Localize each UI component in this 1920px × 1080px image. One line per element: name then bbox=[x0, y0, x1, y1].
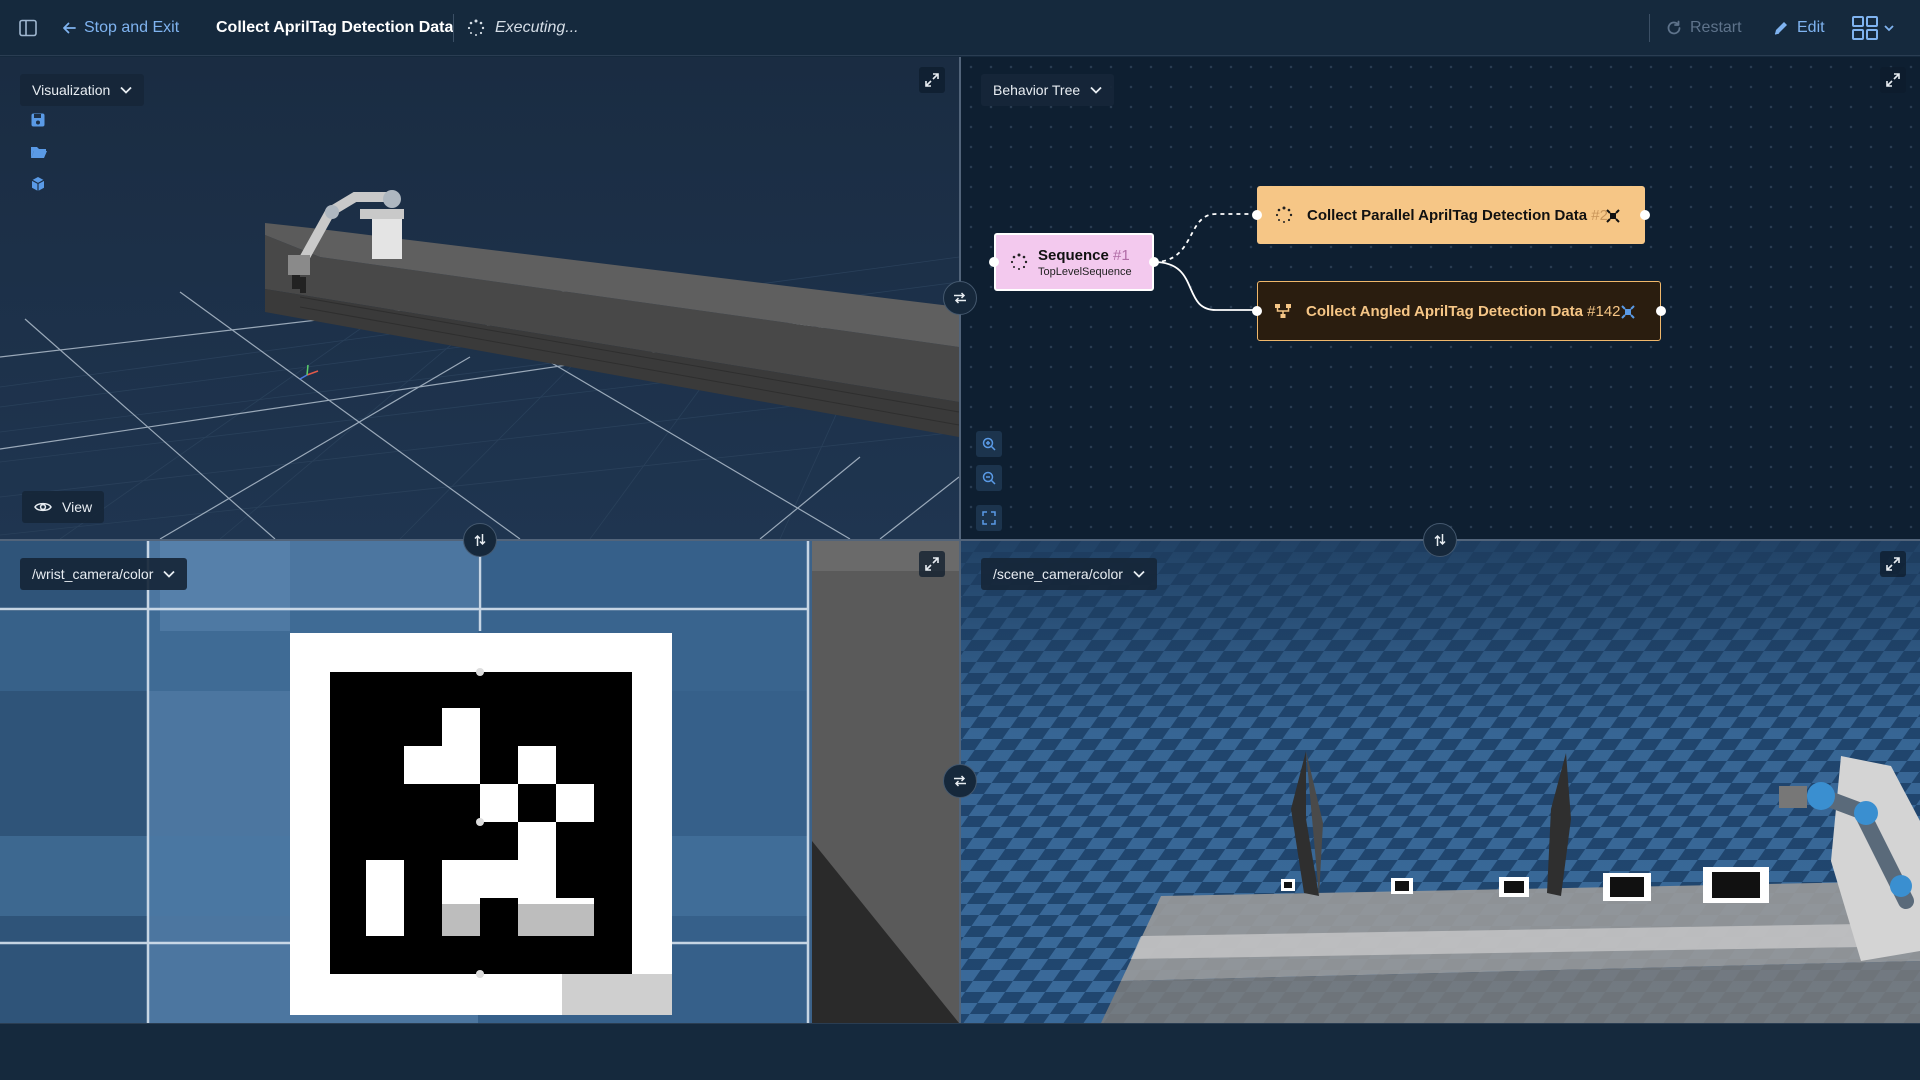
horizontal-splitter[interactable] bbox=[0, 539, 1920, 541]
expand-icon bbox=[1886, 73, 1900, 87]
wrist-camera-pane[interactable]: /wrist_camera/color bbox=[0, 541, 959, 1023]
wrist-camera-topic-select[interactable]: /wrist_camera/color bbox=[20, 558, 188, 590]
swap-panes-horizontal-handle[interactable] bbox=[943, 281, 977, 315]
expand-pane-button[interactable] bbox=[919, 67, 945, 93]
layout-grid-icon bbox=[1852, 16, 1878, 40]
restart-label: Restart bbox=[1690, 19, 1742, 36]
scene-camera-topic-label: /scene_camera/color bbox=[993, 566, 1123, 582]
zoom-out-icon bbox=[982, 471, 996, 485]
subtree-icon bbox=[1274, 303, 1292, 319]
expand-icon bbox=[925, 557, 939, 571]
topbar-divider bbox=[1649, 14, 1650, 42]
bt-output-port[interactable] bbox=[1149, 257, 1159, 267]
bt-node-number: #1 bbox=[1113, 246, 1130, 264]
swap-vertical-icon bbox=[1434, 533, 1446, 547]
run-status-label: Executing... bbox=[495, 19, 579, 36]
behavior-tree-select[interactable]: Behavior Tree bbox=[981, 74, 1115, 106]
cube-icon[interactable] bbox=[30, 176, 48, 194]
chevron-down-icon bbox=[1090, 86, 1102, 94]
bt-node-collect-angled[interactable]: Collect Angled AprilTag Detection Data #… bbox=[1257, 281, 1661, 341]
folder-open-icon[interactable] bbox=[30, 144, 48, 162]
pencil-icon bbox=[1773, 20, 1789, 36]
save-icon[interactable] bbox=[30, 112, 48, 130]
spinner-icon bbox=[1275, 206, 1293, 224]
restart-button[interactable]: Restart bbox=[1666, 0, 1742, 56]
scene-camera-image bbox=[961, 541, 1920, 1023]
visualization-toolbar bbox=[30, 112, 48, 194]
behavior-tree-select-label: Behavior Tree bbox=[993, 82, 1081, 98]
behavior-tree-controls bbox=[976, 431, 1002, 531]
swap-vertical-icon bbox=[474, 533, 486, 547]
3d-scene[interactable] bbox=[0, 57, 959, 539]
swap-horizontal-icon bbox=[953, 775, 967, 787]
wrist-camera-image bbox=[0, 541, 959, 1023]
bt-node-collect-parallel[interactable]: Collect Parallel AprilTag Detection Data… bbox=[1257, 186, 1645, 244]
run-status: Executing... bbox=[467, 0, 579, 56]
stop-and-exit-button[interactable]: Stop and Exit bbox=[62, 0, 179, 56]
visualization-select-label: Visualization bbox=[32, 82, 111, 98]
eye-icon bbox=[34, 501, 52, 513]
bt-node-title: Collect Angled AprilTag Detection Data bbox=[1306, 302, 1583, 320]
objective-title: Collect AprilTag Detection Data bbox=[216, 19, 454, 36]
topbar-divider bbox=[453, 14, 454, 42]
expand-pane-button[interactable] bbox=[1880, 67, 1906, 93]
chevron-down-icon bbox=[163, 570, 176, 578]
edit-button[interactable]: Edit bbox=[1773, 0, 1825, 56]
arrow-left-icon bbox=[62, 21, 76, 35]
sidebar-toggle-icon bbox=[19, 19, 37, 37]
sidebar-toggle-button[interactable] bbox=[16, 0, 40, 56]
zoom-in-icon bbox=[982, 437, 996, 451]
bt-node-title: Sequence bbox=[1038, 246, 1109, 264]
zoom-out-button[interactable] bbox=[976, 465, 1002, 491]
bt-node-text: Sequence #1 TopLevelSequence bbox=[1038, 247, 1132, 278]
visualization-pane[interactable]: Visualization View bbox=[0, 57, 959, 539]
bt-node-number: #142 bbox=[1587, 302, 1621, 320]
edit-label: Edit bbox=[1797, 19, 1825, 36]
swap-panes-horizontal-handle[interactable] bbox=[943, 764, 977, 798]
stop-and-exit-label: Stop and Exit bbox=[84, 19, 180, 36]
swap-horizontal-icon bbox=[953, 292, 967, 304]
scene-camera-pane[interactable]: /scene_camera/color bbox=[961, 541, 1920, 1023]
bt-input-port[interactable] bbox=[1252, 306, 1262, 316]
swap-panes-vertical-handle[interactable] bbox=[463, 523, 497, 557]
bottom-panel bbox=[0, 1023, 1920, 1080]
expand-icon bbox=[925, 73, 939, 87]
top-bar: Stop and Exit Collect AprilTag Detection… bbox=[0, 0, 1920, 56]
bt-node-subtitle: TopLevelSequence bbox=[1038, 265, 1132, 278]
swap-panes-vertical-handle[interactable] bbox=[1423, 523, 1457, 557]
chevron-down-icon bbox=[1133, 570, 1145, 578]
spinner-icon bbox=[1010, 253, 1028, 271]
bt-node-title-row: Sequence #1 bbox=[1038, 247, 1132, 264]
bt-output-port[interactable] bbox=[1656, 306, 1666, 316]
expand-pane-button[interactable] bbox=[919, 551, 945, 577]
behavior-tree-pane[interactable]: Behavior Tree Sequence #1 TopLevelSequen… bbox=[961, 57, 1920, 539]
zoom-in-button[interactable] bbox=[976, 431, 1002, 457]
fit-view-icon bbox=[982, 511, 996, 525]
bt-input-port[interactable] bbox=[1252, 210, 1262, 220]
subtree-expand-icon[interactable] bbox=[1605, 208, 1621, 224]
bt-input-port[interactable] bbox=[989, 257, 999, 267]
refresh-icon bbox=[1666, 20, 1682, 36]
wrist-camera-topic-label: /wrist_camera/color bbox=[32, 566, 154, 582]
bt-node-title-row: Collect Angled AprilTag Detection Data #… bbox=[1306, 303, 1621, 320]
bt-node-title-row: Collect Parallel AprilTag Detection Data… bbox=[1307, 207, 1608, 224]
bt-node-sequence[interactable]: Sequence #1 TopLevelSequence bbox=[994, 233, 1154, 291]
scene-camera-topic-select[interactable]: /scene_camera/color bbox=[981, 558, 1157, 590]
subtree-expand-icon[interactable] bbox=[1620, 304, 1636, 320]
bt-output-port[interactable] bbox=[1640, 210, 1650, 220]
layout-menu-button[interactable] bbox=[1852, 0, 1894, 56]
chevron-down-icon bbox=[1884, 24, 1894, 32]
bt-node-title: Collect Parallel AprilTag Detection Data bbox=[1307, 206, 1588, 224]
view-button[interactable]: View bbox=[22, 491, 105, 523]
view-label: View bbox=[62, 499, 93, 515]
expand-pane-button[interactable] bbox=[1880, 551, 1906, 577]
expand-icon bbox=[1886, 557, 1900, 571]
chevron-down-icon bbox=[120, 86, 132, 94]
fit-view-button[interactable] bbox=[976, 505, 1002, 531]
spinner-icon bbox=[467, 19, 485, 37]
visualization-select[interactable]: Visualization bbox=[20, 74, 145, 106]
